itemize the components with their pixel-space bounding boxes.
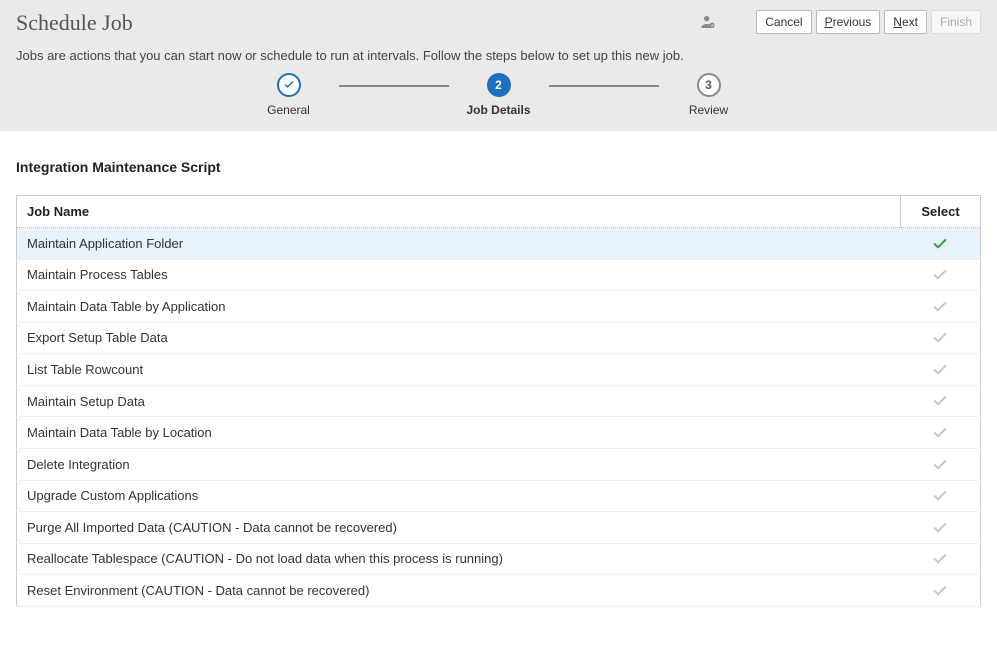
select-cell[interactable]	[901, 480, 981, 512]
checkmark-unselected-icon	[932, 267, 948, 283]
th-job-name[interactable]: Job Name	[17, 196, 901, 228]
select-cell[interactable]	[901, 385, 981, 417]
wizard-connector	[549, 85, 659, 87]
job-name-cell: Maintain Data Table by Location	[17, 417, 901, 449]
checkmark-unselected-icon	[932, 520, 948, 536]
job-name-cell: Reset Environment (CAUTION - Data cannot…	[17, 575, 901, 607]
previous-rest: revious	[833, 15, 872, 29]
job-table: Job Name Select Maintain Application Fol…	[16, 195, 981, 607]
content: Integration Maintenance Script Job Name …	[0, 131, 997, 623]
job-name-cell: Maintain Application Folder	[17, 228, 901, 260]
select-cell[interactable]	[901, 259, 981, 291]
job-name-cell: Maintain Setup Data	[17, 385, 901, 417]
select-cell[interactable]	[901, 543, 981, 575]
wizard-label-job-details: Job Details	[466, 103, 530, 117]
checkmark-unselected-icon	[932, 551, 948, 567]
checkmark-unselected-icon	[932, 583, 948, 599]
select-cell[interactable]	[901, 417, 981, 449]
select-cell[interactable]	[901, 575, 981, 607]
checkmark-unselected-icon	[932, 330, 948, 346]
table-row[interactable]: Maintain Application Folder	[17, 228, 981, 260]
checkmark-unselected-icon	[932, 457, 948, 473]
job-name-cell: Purge All Imported Data (CAUTION - Data …	[17, 512, 901, 544]
job-name-cell: List Table Rowcount	[17, 354, 901, 386]
wizard-label-general: General	[267, 103, 310, 117]
checkmark-unselected-icon	[932, 362, 948, 378]
wizard-label-review: Review	[689, 103, 728, 117]
job-name-cell: Maintain Process Tables	[17, 259, 901, 291]
job-name-cell: Upgrade Custom Applications	[17, 480, 901, 512]
table-row[interactable]: Maintain Data Table by Location	[17, 417, 981, 449]
intro-text: Jobs are actions that you can start now …	[16, 48, 981, 63]
wizard-step-review[interactable]: 3 Review	[659, 73, 759, 117]
next-rest: ext	[902, 15, 918, 29]
header-top: Schedule Job Cancel Previous Next Finish	[16, 10, 981, 44]
select-cell[interactable]	[901, 448, 981, 480]
wizard-connector	[339, 85, 449, 87]
checkmark-unselected-icon	[932, 425, 948, 441]
select-cell[interactable]	[901, 354, 981, 386]
checkmark-unselected-icon	[932, 393, 948, 409]
next-mnemonic: N	[893, 15, 902, 29]
table-row[interactable]: Upgrade Custom Applications	[17, 480, 981, 512]
user-icon[interactable]	[700, 14, 716, 30]
select-cell[interactable]	[901, 512, 981, 544]
previous-button[interactable]: Previous	[816, 10, 881, 34]
section-title: Integration Maintenance Script	[16, 159, 981, 175]
wizard: General 2 Job Details 3 Review	[16, 73, 981, 117]
wizard-circle-current: 2	[487, 73, 511, 97]
th-select[interactable]: Select	[901, 196, 981, 228]
select-cell[interactable]	[901, 291, 981, 323]
table-header-row: Job Name Select	[17, 196, 981, 228]
check-icon	[283, 79, 295, 91]
job-name-cell: Export Setup Table Data	[17, 322, 901, 354]
job-name-cell: Maintain Data Table by Application	[17, 291, 901, 323]
wizard-circle-done	[277, 73, 301, 97]
checkmark-unselected-icon	[932, 488, 948, 504]
table-row[interactable]: Export Setup Table Data	[17, 322, 981, 354]
next-button[interactable]: Next	[884, 10, 927, 34]
table-row[interactable]: Purge All Imported Data (CAUTION - Data …	[17, 512, 981, 544]
select-cell[interactable]	[901, 322, 981, 354]
page-title: Schedule Job	[16, 10, 133, 36]
checkmark-unselected-icon	[932, 299, 948, 315]
header-actions: Cancel Previous Next Finish	[700, 10, 981, 34]
table-row[interactable]: Delete Integration	[17, 448, 981, 480]
wizard-circle-pending: 3	[697, 73, 721, 97]
checkmark-selected-icon	[932, 236, 948, 252]
table-row[interactable]: Reset Environment (CAUTION - Data cannot…	[17, 575, 981, 607]
table-row[interactable]: Maintain Process Tables	[17, 259, 981, 291]
cancel-button[interactable]: Cancel	[756, 10, 811, 34]
header-region: Schedule Job Cancel Previous Next Finish…	[0, 0, 997, 131]
table-row[interactable]: Reallocate Tablespace (CAUTION - Do not …	[17, 543, 981, 575]
job-name-cell: Reallocate Tablespace (CAUTION - Do not …	[17, 543, 901, 575]
job-name-cell: Delete Integration	[17, 448, 901, 480]
previous-mnemonic: P	[825, 15, 833, 29]
table-row[interactable]: List Table Rowcount	[17, 354, 981, 386]
finish-button: Finish	[931, 10, 981, 34]
table-row[interactable]: Maintain Setup Data	[17, 385, 981, 417]
table-row[interactable]: Maintain Data Table by Application	[17, 291, 981, 323]
wizard-step-general[interactable]: General	[239, 73, 339, 117]
wizard-step-job-details[interactable]: 2 Job Details	[449, 73, 549, 117]
select-cell[interactable]	[901, 228, 981, 260]
